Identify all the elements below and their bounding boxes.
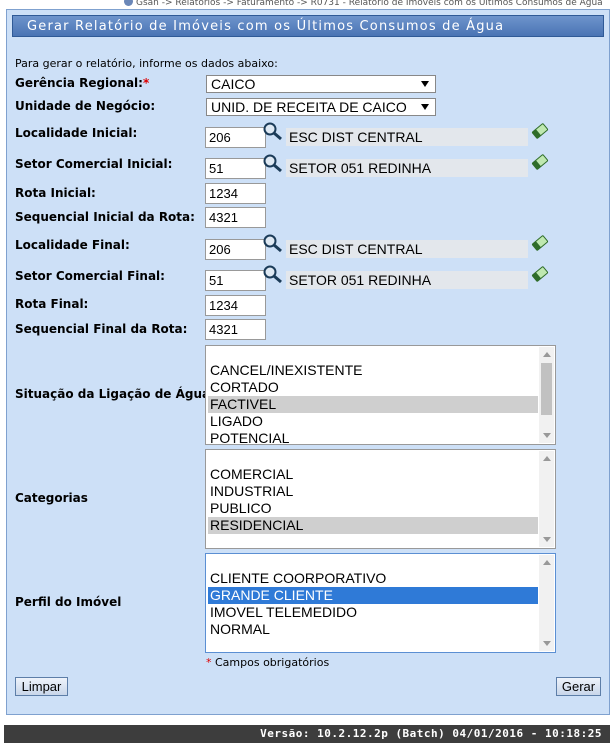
localidade-inicial-label: Localidade Inicial: xyxy=(15,126,138,140)
list-item[interactable]: RESIDENCIAL xyxy=(208,517,538,534)
rota-inicial-input[interactable] xyxy=(205,183,266,204)
limpar-button[interactable]: Limpar xyxy=(15,677,68,696)
intro-text: Para gerar o relatório, informe os dados… xyxy=(15,57,278,70)
categorias-label: Categorias xyxy=(15,491,88,505)
title-bar: Gerar Relatório de Imóveis com os Último… xyxy=(12,15,604,37)
localidade-final-input[interactable] xyxy=(205,239,266,260)
eraser-icon[interactable] xyxy=(530,264,550,284)
situacao-label: Situação da Ligação de Água xyxy=(15,387,211,401)
scroll-down-icon[interactable] xyxy=(543,537,551,542)
gsan-icon xyxy=(124,0,133,6)
rota-inicial-label: Rota Inicial: xyxy=(15,186,96,200)
sequencial-final-label: Sequencial Final da Rota: xyxy=(15,322,188,336)
unidade-label: Unidade de Negócio: xyxy=(15,99,156,113)
eraser-icon[interactable] xyxy=(530,152,550,172)
setor-inicial-desc: SETOR 051 REDINHA xyxy=(286,159,528,177)
list-item[interactable]: COMERCIAL xyxy=(208,466,538,483)
list-item[interactable]: IMOVEL TELEMEDIDO xyxy=(208,604,538,621)
scroll-up-icon[interactable] xyxy=(543,352,551,357)
setor-inicial-label: Setor Comercial Inicial: xyxy=(15,157,173,171)
scroll-down-icon[interactable] xyxy=(543,433,551,438)
scroll-up-icon[interactable] xyxy=(543,560,551,565)
scroll-up-icon[interactable] xyxy=(543,456,551,461)
page-title: Gerar Relatório de Imóveis com os Último… xyxy=(27,19,505,34)
required-note: * Campos obrigatórios xyxy=(206,656,330,669)
version-footer: Versão: 10.2.12.2p (Batch) 04/01/2016 - … xyxy=(4,725,610,743)
list-item[interactable]: PUBLICO xyxy=(208,500,538,517)
localidade-inicial-desc: ESC DIST CENTRAL xyxy=(286,128,528,146)
version-text: Versão: 10.2.12.2p (Batch) 04/01/2016 - … xyxy=(260,727,602,740)
breadcrumb: Gsan -> Relatorios -> Faturamento -> R07… xyxy=(124,0,603,8)
localidade-inicial-input[interactable] xyxy=(205,127,266,148)
list-item[interactable]: CLIENTE COORPORATIVO xyxy=(208,570,538,587)
setor-final-desc: SETOR 051 REDINHA xyxy=(286,271,528,289)
list-item[interactable]: NORMAL xyxy=(208,621,538,638)
search-icon[interactable] xyxy=(262,233,284,253)
setor-final-label: Setor Comercial Final: xyxy=(15,269,165,283)
gerar-button[interactable]: Gerar xyxy=(556,677,601,696)
eraser-icon[interactable] xyxy=(530,121,550,141)
sequencial-inicial-input[interactable] xyxy=(205,207,266,228)
list-item[interactable]: CANCEL/INEXISTENTE xyxy=(208,362,538,379)
chevron-down-icon xyxy=(421,104,429,110)
setor-final-input[interactable] xyxy=(205,270,266,291)
rota-final-input[interactable] xyxy=(205,295,266,316)
search-icon[interactable] xyxy=(262,153,284,173)
perfil-listbox[interactable]: CLIENTE COORPORATIVO GRANDE CLIENTE IMOV… xyxy=(205,553,556,653)
categorias-listbox[interactable]: COMERCIAL INDUSTRIAL PUBLICO RESIDENCIAL xyxy=(205,449,556,549)
scrollbar[interactable] xyxy=(539,347,554,443)
setor-inicial-input[interactable] xyxy=(205,158,266,179)
list-item[interactable]: GRANDE CLIENTE xyxy=(208,587,538,604)
rota-final-label: Rota Final: xyxy=(15,297,89,311)
scroll-down-icon[interactable] xyxy=(543,641,551,646)
scrollbar[interactable] xyxy=(539,451,554,547)
sequencial-inicial-label: Sequencial Inicial da Rota: xyxy=(15,210,195,224)
scrollbar[interactable] xyxy=(539,555,554,651)
search-icon[interactable] xyxy=(262,264,284,284)
localidade-final-desc: ESC DIST CENTRAL xyxy=(286,240,528,258)
gerencia-label: Gerência Regional:* xyxy=(15,76,150,90)
list-item[interactable]: LIGADO xyxy=(208,413,538,430)
situacao-listbox[interactable]: CANCEL/INEXISTENTE CORTADO FACTIVEL LIGA… xyxy=(205,345,556,447)
chevron-down-icon xyxy=(421,81,429,87)
search-icon[interactable] xyxy=(262,121,284,141)
list-item[interactable]: CORTADO xyxy=(208,379,538,396)
list-item[interactable]: POTENCIAL xyxy=(208,430,538,447)
list-item[interactable]: FACTIVEL xyxy=(208,396,538,413)
list-item[interactable]: INDUSTRIAL xyxy=(208,483,538,500)
scroll-thumb[interactable] xyxy=(541,363,552,415)
localidade-final-label: Localidade Final: xyxy=(15,238,130,252)
gerencia-select[interactable]: CAICO xyxy=(206,75,436,93)
perfil-label: Perfil do Imóvel xyxy=(15,595,122,609)
sequencial-final-input[interactable] xyxy=(205,319,266,340)
eraser-icon[interactable] xyxy=(530,233,550,253)
unidade-select[interactable]: UNID. DE RECEITA DE CAICO xyxy=(206,98,436,116)
